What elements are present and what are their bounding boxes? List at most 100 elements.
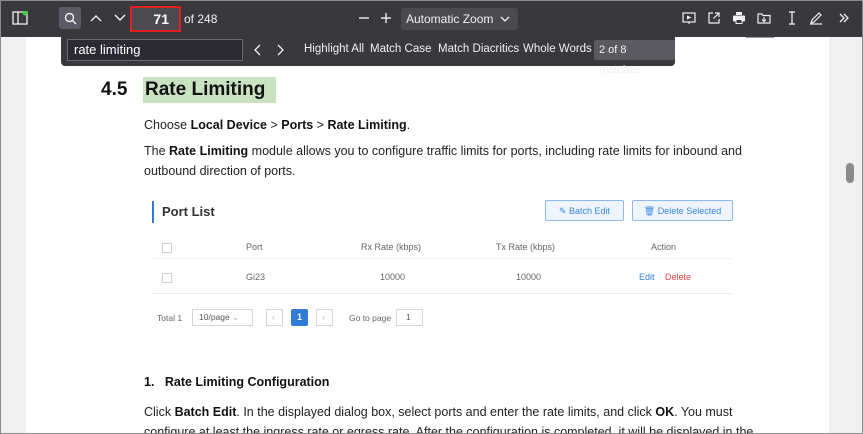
zoom-out-icon [358, 12, 370, 24]
zoom-in-icon [380, 12, 392, 24]
step-title: Rate Limiting Configuration [164, 375, 330, 389]
previous-page-button[interactable] [85, 7, 107, 29]
zoom-value: Automatic Zoom [406, 12, 494, 26]
text: module allows you to configure traffic l… [248, 144, 742, 158]
goto-page-input: 1 [396, 309, 423, 326]
chevron-down-icon [114, 14, 126, 22]
text: Click [144, 405, 175, 419]
print-icon [732, 11, 746, 25]
cell-rx-rate: 10000 [380, 272, 406, 282]
intro-paragraph-line2: outbound direction of ports. [144, 164, 296, 178]
text: > [313, 118, 328, 132]
edit-icon: ✎ [558, 206, 569, 216]
draw-tool-button[interactable] [805, 7, 827, 29]
chevron-up-icon [90, 14, 102, 22]
trash-icon: 🗑 [643, 206, 658, 216]
print-button[interactable] [728, 7, 750, 29]
open-external-button[interactable] [703, 7, 725, 29]
match-diacritics-toggle[interactable]: Match Diacritics [438, 43, 519, 55]
find-button[interactable] [59, 7, 81, 29]
find-previous-button[interactable] [247, 40, 267, 60]
sidebar-toggle-icon [12, 11, 28, 25]
batch-edit-label: Batch Edit [569, 206, 611, 216]
delete-selected-label: Delete Selected [657, 206, 722, 216]
find-input[interactable]: rate limiting [67, 39, 243, 61]
path-rate-limiting: Rate Limiting [327, 118, 407, 132]
step-number: 1. [144, 375, 155, 389]
chevron-down-icon [500, 8, 510, 37]
batch-edit-button: ✎ Batch Edit [545, 200, 624, 221]
goto-label: Go to page [349, 313, 392, 323]
step-paragraph-line2: configure at least the ingress rate or e… [144, 425, 754, 434]
select-all-checkbox [162, 243, 172, 253]
column-header-rx-rate: Rx Rate (kbps) [361, 242, 422, 252]
port-list-title: Port List [152, 201, 215, 223]
row-delete-link: Delete [665, 272, 692, 282]
delete-selected-button: 🗑 Delete Selected [632, 200, 733, 221]
page-size-value: 10/page [199, 312, 230, 322]
text: > [267, 118, 282, 132]
text: . [406, 118, 411, 132]
search-icon [64, 12, 77, 25]
find-result-count: 2 of 8 matches [594, 40, 675, 76]
more-tools-button[interactable] [833, 7, 855, 29]
next-page-button[interactable] [109, 7, 131, 29]
page-count: of 248 [184, 12, 218, 26]
text: . In the displayed dialog box, select po… [236, 405, 656, 419]
more-tools-icon [838, 12, 850, 24]
pdf-viewer-window: 4.5 Rate Limiting Choose Local Device > … [0, 0, 863, 434]
row-edit-link: Edit [639, 272, 655, 282]
current-page: 1 [291, 309, 308, 326]
vertical-scrollbar[interactable] [841, 37, 861, 433]
whole-words-toggle[interactable]: Whole Words [523, 43, 592, 55]
zoom-out-button[interactable] [353, 7, 375, 29]
column-header-port: Port [246, 242, 263, 252]
next-page-button: › [316, 309, 333, 326]
prev-page-button: ‹ [266, 309, 283, 326]
total-count: Total 1 [157, 313, 183, 323]
open-external-icon [707, 11, 721, 25]
header-divider [152, 258, 732, 259]
column-header-tx-rate: Tx Rate (kbps) [496, 242, 556, 252]
cell-port: Gi23 [246, 272, 266, 282]
page-number-input[interactable]: 71 [130, 6, 181, 32]
scrollbar-thumb[interactable] [846, 163, 854, 183]
find-bar: rate limiting Highlight All Match Case M… [61, 36, 675, 76]
text: The [144, 144, 170, 158]
chevron-left-icon [253, 44, 261, 56]
bold-text: Rate Limiting [169, 144, 249, 158]
text: Choose [144, 118, 191, 132]
row-checkbox [162, 273, 172, 283]
bold-ok: OK [655, 405, 675, 419]
column-header-action: Action [651, 242, 677, 252]
pdf-toolbar: 71 of 248 Automatic Zoom [1, 1, 862, 37]
path-local-device: Local Device [190, 118, 267, 132]
section-title-highlighted: Rate Limiting [143, 77, 276, 103]
zoom-select[interactable]: Automatic Zoom [401, 8, 518, 30]
find-next-button[interactable] [271, 40, 291, 60]
intro-paragraph-line1: The Rate Limiting module allows you to c… [144, 144, 742, 158]
row-divider [152, 293, 732, 294]
save-button[interactable] [753, 7, 775, 29]
bold-batch-edit: Batch Edit [174, 405, 237, 419]
presentation-icon [682, 11, 696, 25]
draw-icon [809, 11, 823, 25]
text-tool-button[interactable] [781, 7, 803, 29]
zoom-in-button[interactable] [375, 7, 397, 29]
sidebar-toggle-button[interactable] [9, 7, 31, 29]
step-heading: 1. Rate Limiting Configuration [144, 375, 329, 389]
download-icon [757, 11, 771, 25]
chevron-down-icon: ⌄ [229, 312, 240, 322]
page-size-select: 10/page ⌄ [192, 309, 253, 326]
text: . You must [674, 405, 733, 419]
chevron-right-icon [277, 44, 285, 56]
path-ports: Ports [281, 118, 314, 132]
presentation-mode-button[interactable] [678, 7, 700, 29]
match-case-toggle[interactable]: Match Case [370, 43, 431, 55]
highlight-all-toggle[interactable]: Highlight All [304, 43, 364, 55]
text-cursor-icon [787, 11, 797, 25]
page-rule [746, 37, 774, 38]
cell-tx-rate: 10000 [516, 272, 542, 282]
choose-path-paragraph: Choose Local Device > Ports > Rate Limit… [144, 118, 410, 132]
port-list-figure: Port List ✎ Batch Edit 🗑 Delete Selected… [152, 196, 734, 341]
